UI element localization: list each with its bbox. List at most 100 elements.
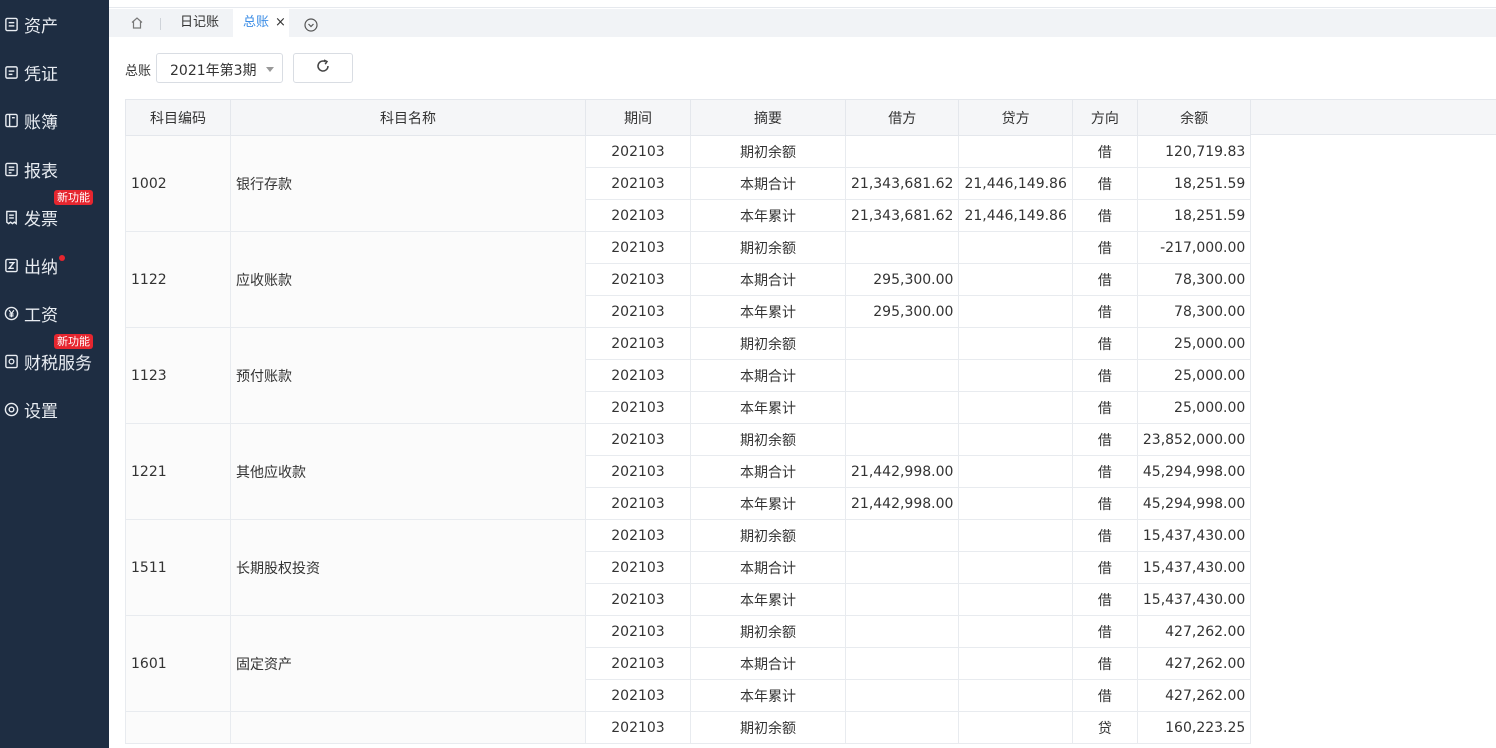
table-row[interactable]: 1123 预付账款 202103 期初余额借 25,000.00 <box>125 327 1252 424</box>
cell-period: 202103 <box>585 423 691 456</box>
sidebar-item-cashier[interactable]: 出纳 <box>0 249 109 281</box>
cell-direction: 贷 <box>1071 711 1138 744</box>
cell-credit <box>958 263 1073 296</box>
cell-debit <box>844 327 960 360</box>
settings-icon <box>3 401 19 417</box>
table-row[interactable]: 1601 固定资产 202103 期初余额借 427,262.00 <box>125 615 1252 712</box>
asset-icon <box>3 16 19 32</box>
cell-debit <box>844 391 960 424</box>
cell-balance: 78,300.00 <box>1136 295 1252 328</box>
table-row[interactable]: 1221 其他应收款 202103 期初余额借 23,852,000.00 <box>125 423 1252 520</box>
cell-balance: 18,251.59 <box>1136 167 1252 200</box>
cell-balance: 25,000.00 <box>1136 391 1252 424</box>
col-header-debit[interactable]: 借方 <box>844 99 960 136</box>
cell-summary: 期初余额 <box>690 423 846 456</box>
cell-direction: 借 <box>1071 391 1138 424</box>
notification-dot <box>59 255 65 261</box>
col-header-period[interactable]: 期间 <box>585 99 691 136</box>
chevron-down-circle-icon[interactable] <box>304 17 318 32</box>
sidebar-item-reports[interactable]: 报表 <box>0 153 109 185</box>
refresh-button[interactable] <box>293 53 353 83</box>
cell-debit <box>844 551 960 584</box>
sidebar-item-label: 资产 <box>24 16 58 37</box>
cell-period: 202103 <box>585 359 691 392</box>
cell-debit: 295,300.00 <box>844 263 960 296</box>
cell-debit: 21,343,681.62 <box>844 167 960 200</box>
report-icon <box>3 161 19 177</box>
cell-period: 202103 <box>585 231 691 264</box>
cell-period: 202103 <box>585 263 691 296</box>
tab-close-icon[interactable]: × <box>275 9 286 37</box>
cell-direction: 借 <box>1071 327 1138 360</box>
col-header-balance[interactable]: 余额 <box>1136 99 1252 136</box>
cell-credit <box>958 679 1073 712</box>
col-header-account-code[interactable]: 科目编码 <box>125 99 231 136</box>
cell-account-code: 1122 <box>125 231 231 328</box>
invoice-icon <box>3 209 19 225</box>
sidebar-item-ledger[interactable]: 账簿 <box>0 104 109 136</box>
cell-direction: 借 <box>1071 455 1138 488</box>
sidebar: 资产 凭证 账簿 报表 新功能 发票 出纳 工资 新功能 财税服务 设置 <box>0 0 109 748</box>
col-header-summary[interactable]: 摘要 <box>690 99 846 136</box>
sidebar-item-invoice[interactable]: 发票 <box>0 201 109 233</box>
cell-credit <box>958 359 1073 392</box>
sidebar-item-settings[interactable]: 设置 <box>0 393 109 425</box>
table-row[interactable]: 1002 银行存款 202103 期初余额借 120,719.83 <box>125 135 1252 232</box>
cell-summary: 本期合计 <box>690 647 846 680</box>
home-icon[interactable] <box>129 15 145 31</box>
cell-balance: 23,852,000.00 <box>1136 423 1252 456</box>
cell-direction: 借 <box>1071 263 1138 296</box>
tab-daily-journal[interactable]: 日记账 <box>178 9 221 37</box>
col-header-credit[interactable]: 贷方 <box>958 99 1073 136</box>
cell-debit: 21,442,998.00 <box>844 455 960 488</box>
cell-credit <box>958 487 1073 520</box>
sidebar-item-voucher[interactable]: 凭证 <box>0 56 109 88</box>
cell-summary: 期初余额 <box>690 231 846 264</box>
cell-debit <box>844 359 960 392</box>
cell-period: 202103 <box>585 391 691 424</box>
cell-summary: 本期合计 <box>690 263 846 296</box>
cell-period: 202103 <box>585 167 691 200</box>
cell-direction: 借 <box>1071 167 1138 200</box>
cell-balance: 78,300.00 <box>1136 263 1252 296</box>
cell-summary: 本期合计 <box>690 455 846 488</box>
cell-credit <box>958 135 1073 168</box>
table-row[interactable]: 1122 应收账款 202103 期初余额借 -217,000.00 <box>125 231 1252 328</box>
sidebar-item-assets[interactable]: 资产 <box>0 8 109 40</box>
cell-direction: 借 <box>1071 583 1138 616</box>
cell-credit <box>958 583 1073 616</box>
table-header-row: 科目编码 科目名称 期间 摘要 借方 贷方 方向 余额 <box>125 99 1252 136</box>
table-row[interactable]: 1511 长期股权投资 202103 期初余额借 15,437,430.00 <box>125 519 1252 616</box>
cell-credit: 21,446,149.86 <box>958 199 1073 232</box>
cell-direction: 借 <box>1071 551 1138 584</box>
table-row[interactable]: 202103 期初余额 贷 160,223.25 <box>125 711 1252 744</box>
cell-summary: 本年累计 <box>690 679 846 712</box>
cell-balance: 427,262.00 <box>1136 679 1252 712</box>
cell-balance: 160,223.25 <box>1136 711 1252 744</box>
cell-debit: 21,442,998.00 <box>844 487 960 520</box>
cell-summary: 本年累计 <box>690 487 846 520</box>
table-header-filler <box>1225 99 1496 135</box>
cell-balance: 25,000.00 <box>1136 327 1252 360</box>
cell-debit <box>844 679 960 712</box>
cell-credit <box>958 551 1073 584</box>
col-header-direction[interactable]: 方向 <box>1071 99 1138 136</box>
cell-direction: 借 <box>1071 231 1138 264</box>
cell-account-code: 1511 <box>125 519 231 616</box>
cell-account-name: 应收账款 <box>230 231 586 328</box>
ledger-book-icon <box>3 112 19 128</box>
cell-credit <box>958 231 1073 264</box>
sidebar-item-payroll[interactable]: 工资 <box>0 297 109 329</box>
col-header-account-name[interactable]: 科目名称 <box>230 99 586 136</box>
sidebar-item-label: 出纳 <box>24 257 58 278</box>
sidebar-item-tax-services[interactable]: 财税服务 <box>0 345 109 377</box>
period-select[interactable]: 2021年第3期 <box>156 53 283 83</box>
cell-credit: 21,446,149.86 <box>958 167 1073 200</box>
cell-balance: 15,437,430.00 <box>1136 551 1252 584</box>
cell-period: 202103 <box>585 679 691 712</box>
cell-direction: 借 <box>1071 487 1138 520</box>
cell-balance: 18,251.59 <box>1136 199 1252 232</box>
cell-debit: 21,343,681.62 <box>844 199 960 232</box>
cell-account-code: 1123 <box>125 327 231 424</box>
cell-balance: 25,000.00 <box>1136 359 1252 392</box>
